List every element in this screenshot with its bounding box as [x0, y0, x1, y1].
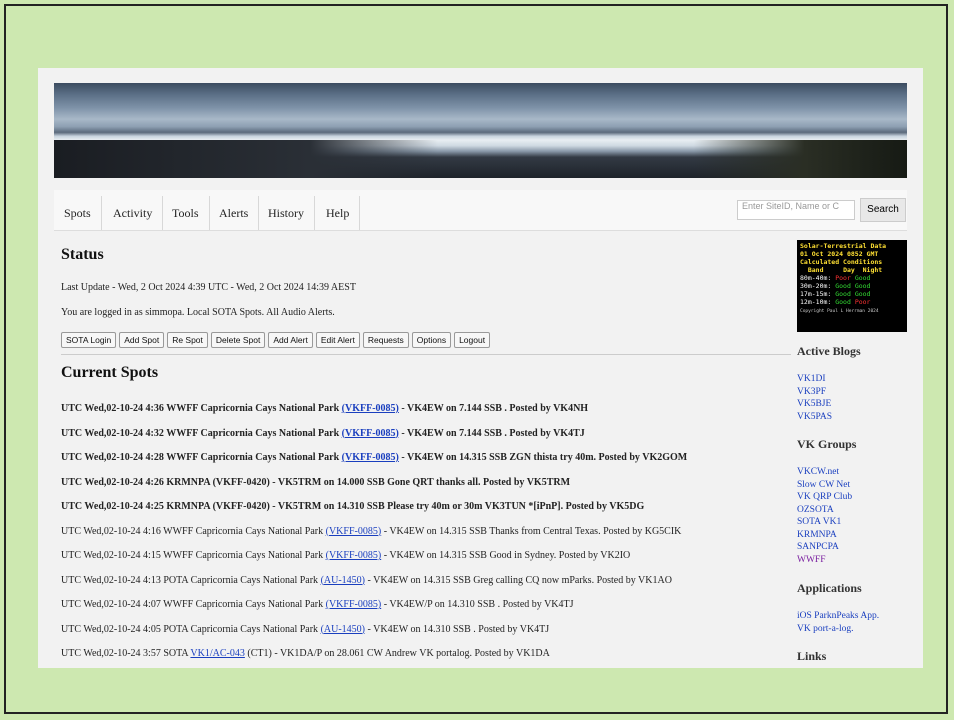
delete-spot-button[interactable]: Delete Spot: [210, 332, 266, 348]
solar-subtitle: Calculated Conditions: [800, 258, 883, 266]
vk-group-link[interactable]: WWFF: [797, 555, 826, 565]
requests-button[interactable]: Requests: [362, 332, 409, 348]
spot-reference-link[interactable]: (VKFF-0085): [342, 428, 399, 439]
vk-group-link[interactable]: VKCW.net: [797, 467, 839, 477]
solar-band-row: 80m-40m: Poor Good: [800, 274, 871, 282]
solar-band-row: 17m-15m: Good Good: [800, 290, 871, 298]
spot-reference-link[interactable]: VK1/AC-043: [190, 648, 244, 659]
spot-row: UTC Wed,02-10-24 4:05 POTA Capricornia C…: [61, 623, 550, 635]
solar-band-row: 30m-20m: Good Good: [800, 282, 871, 290]
solar-title: Solar-Terrestrial Data: [800, 242, 887, 250]
solar-terrestrial-widget: Solar-Terrestrial Data 01 Oct 2024 0852 …: [797, 240, 907, 332]
spot-row: UTC Wed,02-10-24 4:13 POTA Capricornia C…: [61, 574, 672, 586]
sota-login-button[interactable]: SOTA Login: [61, 332, 117, 348]
vk-groups-heading: VK Groups: [797, 437, 857, 451]
spot-reference-link[interactable]: (AU-1450): [321, 624, 365, 635]
spot-row: UTC Wed,02-10-24 4:32 WWFF Capricornia C…: [61, 427, 585, 439]
last-update-text: Last Update - Wed, 2 Oct 2024 4:39 UTC -…: [61, 282, 356, 293]
spot-reference-link[interactable]: (VKFF-0085): [326, 550, 382, 561]
solar-date: 01 Oct 2024 0852 GMT: [800, 250, 879, 258]
vk-group-link[interactable]: Slow CW Net: [797, 480, 850, 490]
browser-page: Spots Activity Tools Alerts History Help…: [38, 68, 923, 668]
vk-group-link[interactable]: SOTA VK1: [797, 517, 841, 527]
edit-alert-button[interactable]: Edit Alert: [315, 332, 360, 348]
active-blog-link[interactable]: VK5BJE: [797, 399, 831, 409]
add-alert-button[interactable]: Add Alert: [268, 332, 313, 348]
header-banner-image: [54, 83, 907, 178]
links-heading: Links: [797, 649, 827, 663]
vk-group-link[interactable]: VK QRP Club: [797, 492, 852, 502]
search-input[interactable]: Enter SiteID, Name or C: [737, 200, 855, 220]
add-spot-button[interactable]: Add Spot: [119, 332, 165, 348]
spot-reference-link[interactable]: (AU-1450): [321, 575, 365, 586]
application-link[interactable]: iOS ParknPeaks App.: [797, 611, 879, 621]
active-blogs-heading: Active Blogs: [797, 344, 861, 358]
spot-row: UTC Wed,02-10-24 4:16 WWFF Capricornia C…: [61, 525, 682, 537]
spot-reference-link[interactable]: (VKFF-0085): [326, 599, 382, 610]
spot-row: UTC Wed,02-10-24 4:28 WWFF Capricornia C…: [61, 452, 688, 463]
solar-header-row: Band Day Night: [807, 266, 883, 274]
action-buttons: SOTA Login Add Spot Re Spot Delete Spot …: [61, 332, 491, 348]
login-status-text: You are logged in as simmopa. Local SOTA…: [61, 307, 335, 318]
active-blog-link[interactable]: VK1DI: [797, 374, 826, 384]
vk-group-link[interactable]: KRMNPA: [797, 530, 837, 540]
current-spots-title: Current Spots: [61, 364, 159, 381]
vk-group-link[interactable]: OZSOTA: [797, 505, 834, 515]
search-button[interactable]: Search: [860, 198, 906, 222]
solar-band-row: 12m-10m: Good Poor: [800, 298, 871, 306]
spot-reference-link[interactable]: (VKFF-0085): [326, 526, 382, 537]
applications-heading: Applications: [797, 581, 862, 595]
spot-row: UTC Wed,02-10-24 4:36 WWFF Capricornia C…: [61, 403, 589, 414]
active-blog-link[interactable]: VK5PAS: [797, 412, 832, 422]
spot-row: UTC Wed,02-10-24 4:15 WWFF Capricornia C…: [61, 550, 631, 561]
status-title: Status: [61, 246, 104, 263]
tab-activity[interactable]: Activity: [103, 196, 164, 230]
divider: [61, 354, 791, 355]
active-blog-link[interactable]: VK3PF: [797, 387, 826, 397]
logout-button[interactable]: Logout: [454, 332, 491, 348]
re-spot-button[interactable]: Re Spot: [167, 332, 208, 348]
spot-reference-link[interactable]: (VKFF-0085): [342, 452, 399, 463]
tab-help[interactable]: Help: [316, 196, 361, 230]
spot-reference-link[interactable]: (VKFF-0085): [342, 403, 399, 414]
tab-alerts[interactable]: Alerts: [209, 196, 260, 230]
nav-bar: Spots Activity Tools Alerts History Help…: [54, 190, 907, 231]
vk-group-link[interactable]: SANPCPA: [797, 542, 839, 552]
spot-row: UTC Wed,02-10-24 3:57 SOTA VK1/AC-043 (C…: [61, 648, 550, 659]
spot-row: UTC Wed,02-10-24 4:07 WWFF Capricornia C…: [61, 599, 574, 610]
options-button[interactable]: Options: [411, 332, 452, 348]
application-link[interactable]: VK port-a-log.: [797, 624, 853, 634]
tab-history[interactable]: History: [258, 196, 315, 230]
tab-spots[interactable]: Spots: [54, 196, 102, 230]
spot-row: UTC Wed,02-10-24 4:26 KRMNPA (VKFF-0420)…: [61, 476, 571, 488]
solar-copyright: Copyright Paul L Herrman 2024: [800, 309, 879, 314]
tab-tools[interactable]: Tools: [162, 196, 210, 230]
spot-row: UTC Wed,02-10-24 4:25 KRMNPA (VKFF-0420)…: [61, 501, 645, 512]
